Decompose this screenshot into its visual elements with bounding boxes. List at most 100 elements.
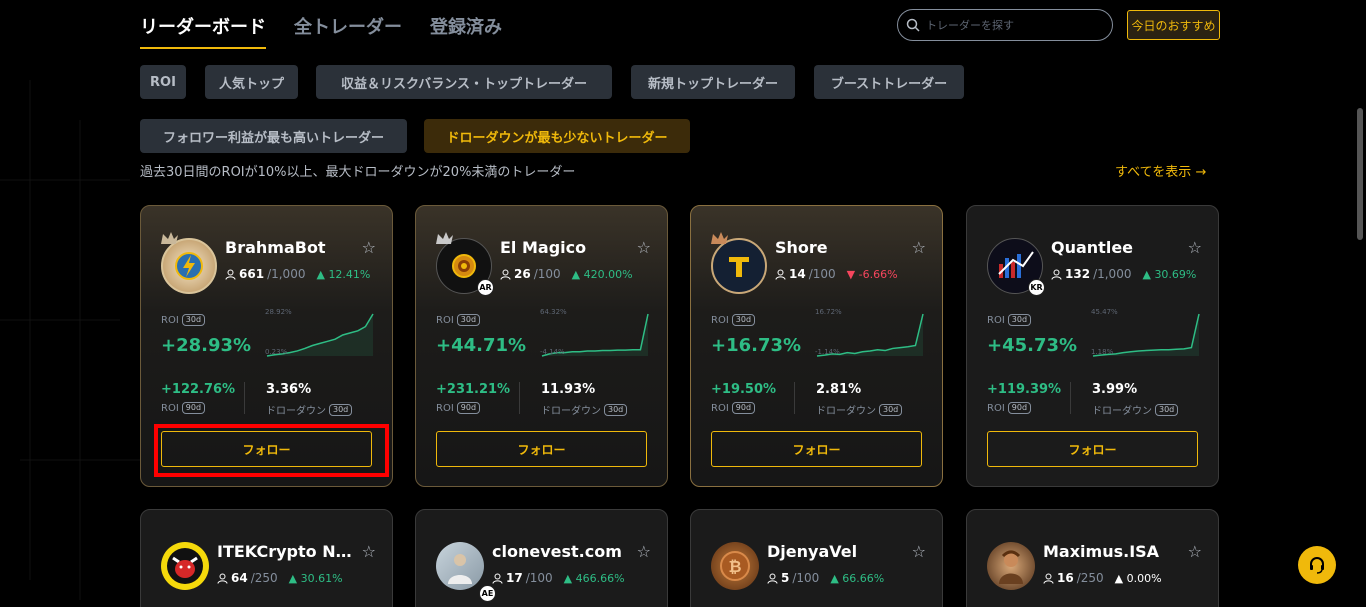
trader-card[interactable]: Shore ☆ 14/100 ▼ -6.66% ROI 30d +16.73% 1… (690, 205, 943, 487)
avatar[interactable]: AR (436, 232, 494, 296)
favorite-star-icon[interactable]: ☆ (1188, 238, 1202, 257)
roi-90d-label: ROI 90d (161, 402, 206, 414)
background-decoration (0, 80, 140, 600)
followers-count: 64/250 ▲ 30.61% (217, 571, 343, 585)
trader-name[interactable]: BrahmaBot (225, 238, 326, 257)
roi-90d-label: ROI 90d (711, 402, 756, 414)
crown-icon (711, 232, 728, 244)
chip-popular[interactable]: 人気トップ (205, 65, 298, 99)
tab-registered[interactable]: 登録済み (430, 0, 502, 50)
trader-card[interactable]: AE clonevest.com ☆ 17/100 ▲ 466.66% (415, 509, 668, 607)
avatar[interactable]: ₿ (711, 542, 767, 598)
divider (519, 382, 520, 414)
chip-roi[interactable]: ROI (140, 65, 186, 99)
chip-boost[interactable]: ブーストトレーダー (814, 65, 964, 99)
roi-30d-value: +16.73% (711, 335, 802, 356)
roi-90d-value: +119.39% (987, 382, 1062, 397)
leaderboard-tabs: リーダーボード 全トレーダー 登録済み (140, 0, 502, 50)
roi-90d-label: ROI 90d (987, 402, 1032, 414)
roi-90d-label: ROI 90d (436, 402, 481, 414)
trader-name[interactable]: DjenyaVel (767, 542, 857, 561)
chip-follower-profit[interactable]: フォロワー利益が最も高いトレーダー (140, 119, 407, 153)
roi-label: ROI 30d (436, 314, 481, 326)
roi-90d-value: +231.21% (436, 382, 511, 397)
user-icon (767, 573, 778, 584)
favorite-star-icon[interactable]: ☆ (362, 238, 376, 257)
trader-card[interactable]: ITEKCrypto Ni... ☆ 64/250 ▲ 30.61% (140, 509, 393, 607)
user-icon (217, 573, 228, 584)
drawdown-value: 2.81% (816, 382, 862, 397)
followers-count: 26/100 ▲ 420.00% (500, 267, 633, 281)
roi-sparkline: 64.32% -4.14% (540, 306, 650, 361)
followers-count: 661/1,000 ▲ 12.41% (225, 267, 370, 281)
avatar[interactable] (987, 542, 1043, 598)
region-badge: KR (1028, 279, 1045, 296)
trader-name[interactable]: clonevest.com (492, 542, 622, 561)
followers-count: 17/100 ▲ 466.66% (492, 571, 625, 585)
show-all-link[interactable]: すべてを表示 → (1115, 161, 1206, 180)
trader-card[interactable]: KR Quantlee ☆ 132/1,000 ▲ 30.69% ROI 30d … (966, 205, 1219, 487)
favorite-star-icon[interactable]: ☆ (1188, 542, 1202, 561)
roi-label: ROI 30d (987, 314, 1032, 326)
user-icon (775, 269, 786, 280)
t-logo-icon (729, 257, 749, 277)
user-icon (225, 269, 236, 280)
trader-card[interactable]: Maximus.ISA ☆ 16/250 ▲ 0.00% (966, 509, 1219, 607)
drawdown-value: 11.93% (541, 382, 596, 397)
tab-all-traders[interactable]: 全トレーダー (294, 0, 402, 50)
headset-icon (1310, 557, 1324, 574)
follow-button[interactable]: フォロー (436, 431, 647, 467)
coin-icon (452, 254, 476, 278)
trader-name[interactable]: El Magico (500, 238, 586, 257)
favorite-star-icon[interactable]: ☆ (912, 542, 926, 561)
scrollbar[interactable] (1357, 108, 1363, 240)
bitcoin-icon: ₿ (720, 551, 750, 581)
chip-balance[interactable]: 収益＆リスクバランス・トップトレーダー (316, 65, 612, 99)
avatar[interactable] (711, 232, 767, 294)
favorite-star-icon[interactable]: ☆ (637, 542, 651, 561)
search-input[interactable] (926, 18, 1096, 32)
roi-30d-value: +45.73% (987, 335, 1078, 356)
photo-avatar-icon (448, 554, 472, 584)
trader-name[interactable]: Maximus.ISA (1043, 542, 1159, 561)
divider (1070, 382, 1071, 414)
lightning-gear-icon (175, 252, 203, 280)
avatar[interactable] (161, 542, 217, 598)
roi-90d-value: +122.76% (161, 382, 236, 397)
drawdown-label: ドローダウン 30d (816, 402, 903, 417)
avatar[interactable] (161, 232, 217, 294)
tab-leaderboard[interactable]: リーダーボード (140, 0, 266, 50)
drawdown-label: ドローダウン 30d (266, 402, 353, 417)
drawdown-label: ドローダウン 30d (541, 402, 628, 417)
divider (244, 382, 245, 414)
user-icon (1043, 573, 1054, 584)
trader-name[interactable]: Quantlee (1051, 238, 1133, 257)
chip-new[interactable]: 新規トップトレーダー (631, 65, 795, 99)
trader-card[interactable]: ₿ DjenyaVel ☆ 5/100 ▲ 66.66% (690, 509, 943, 607)
region-badge: AR (477, 279, 494, 296)
followers-count: 16/250 ▲ 0.00% (1043, 571, 1162, 585)
avatar[interactable]: AE (436, 542, 496, 602)
category-description: 過去30日間のROIが10%以上、最大ドローダウンが20%未満のトレーダー (140, 165, 576, 180)
roi-sparkline: 16.72% -1.14% (815, 306, 925, 361)
trader-name[interactable]: ITEKCrypto Ni... (217, 542, 357, 561)
crown-icon (161, 232, 178, 244)
search-box[interactable] (897, 9, 1113, 41)
avatar[interactable]: KR (987, 238, 1045, 296)
trader-card[interactable]: AR El Magico ☆ 26/100 ▲ 420.00% ROI 30d +… (415, 205, 668, 487)
followers-count: 5/100 ▲ 66.66% (767, 571, 884, 585)
favorite-star-icon[interactable]: ☆ (362, 542, 376, 561)
follow-button[interactable]: フォロー (711, 431, 922, 467)
svg-text:₿: ₿ (728, 557, 741, 576)
roi-90d-value: +19.50% (711, 382, 777, 397)
chip-lowest-drawdown[interactable]: ドローダウンが最も少ないトレーダー (424, 119, 690, 153)
user-icon (500, 269, 511, 280)
support-chat-button[interactable] (1298, 546, 1336, 584)
favorite-star-icon[interactable]: ☆ (912, 238, 926, 257)
today-recommend-button[interactable]: 今日のおすすめ (1127, 10, 1220, 40)
follow-button[interactable]: フォロー (987, 431, 1198, 467)
followers-count: 14/100 ▼ -6.66% (775, 267, 898, 281)
roi-sparkline: 28.92% 0.23% (265, 306, 375, 361)
favorite-star-icon[interactable]: ☆ (637, 238, 651, 257)
trader-name[interactable]: Shore (775, 238, 828, 257)
